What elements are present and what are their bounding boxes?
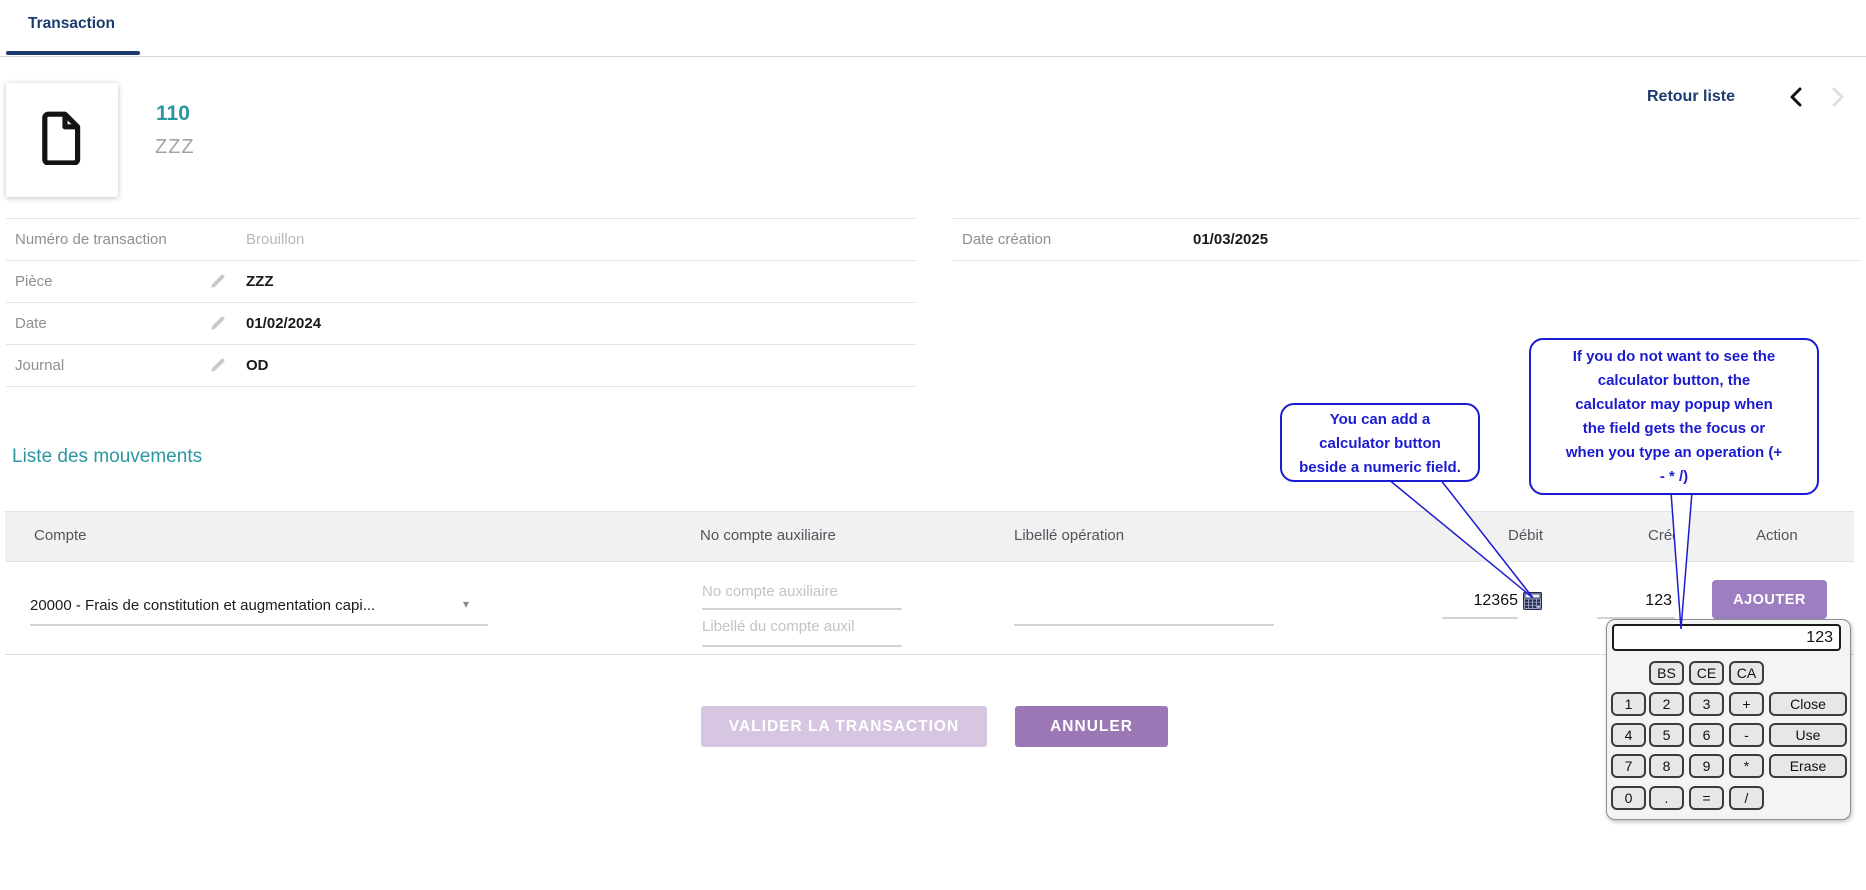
calc-key-equals[interactable]: = <box>1689 786 1724 810</box>
calc-key-divide[interactable]: / <box>1729 786 1764 810</box>
calc-key-erase[interactable]: Erase <box>1769 754 1847 778</box>
column-compte: Compte <box>34 527 87 544</box>
calc-key-plus[interactable]: + <box>1729 692 1764 716</box>
movements-table-header: Compte No compte auxiliaire Libellé opér… <box>5 511 1854 562</box>
field-label: Date création <box>962 231 1051 248</box>
calc-key-minus[interactable]: - <box>1729 723 1764 747</box>
chevron-right-icon[interactable] <box>1832 87 1845 112</box>
field-value: 01/03/2025 <box>1193 231 1268 248</box>
field-label: Journal <box>15 357 64 374</box>
field-label: Date <box>15 315 47 332</box>
callout-calculator-popup: If you do not want to see the calculator… <box>1529 338 1819 495</box>
column-libelle: Libellé opération <box>1014 527 1124 544</box>
field-value[interactable]: 01/02/2024 <box>246 315 321 332</box>
field-date-creation: Date création 01/03/2025 <box>953 218 1861 261</box>
ajouter-button[interactable]: AJOUTER <box>1712 580 1827 619</box>
calc-key-close[interactable]: Close <box>1769 692 1847 716</box>
valider-transaction-button[interactable]: VALIDER LA TRANSACTION <box>701 706 987 747</box>
compte-select[interactable]: 20000 - Frais de constitution et augment… <box>30 597 375 614</box>
edit-pencil-icon[interactable] <box>209 273 226 295</box>
aux-label-underline <box>702 645 902 647</box>
libelle-underline <box>1014 624 1274 626</box>
column-aux: No compte auxiliaire <box>700 527 836 544</box>
field-date: Date 01/02/2024 <box>6 303 916 345</box>
form-left-column: Numéro de transaction Brouillon Pièce ZZ… <box>6 218 916 387</box>
field-label: Numéro de transaction <box>15 231 167 248</box>
calculator-popup: 123 BS CE CA 1 2 3 + Close 4 5 6 - Use 7… <box>1606 619 1851 820</box>
calc-key-4[interactable]: 4 <box>1611 723 1646 747</box>
calc-key-0[interactable]: 0 <box>1611 786 1646 810</box>
calc-key-dot[interactable]: . <box>1649 786 1684 810</box>
section-title-mouvements: Liste des mouvements <box>12 446 202 468</box>
column-debit: Débit <box>1508 527 1543 544</box>
calc-key-multiply[interactable]: * <box>1729 754 1764 778</box>
record-subtitle: ZZZ <box>155 136 195 159</box>
transaction-page: Transaction 110 ZZZ Retour liste Numéro … <box>0 0 1866 890</box>
movement-row: 20000 - Frais de constitution et augment… <box>5 562 1854 655</box>
document-icon <box>40 111 84 170</box>
field-piece: Pièce ZZZ <box>6 261 916 303</box>
field-value: Brouillon <box>246 231 304 248</box>
credit-input[interactable]: 123 <box>1575 592 1672 610</box>
compte-underline <box>30 624 488 626</box>
chevron-left-icon[interactable] <box>1789 87 1802 112</box>
aux-number-underline <box>702 608 902 610</box>
calculator-button-icon[interactable] <box>1523 592 1542 615</box>
aux-label-input[interactable]: Libellé du compte auxil <box>702 618 855 635</box>
calc-key-3[interactable]: 3 <box>1689 692 1724 716</box>
callout-calculator-button: You can add a calculator button beside a… <box>1280 403 1480 482</box>
calc-key-ca[interactable]: CA <box>1729 661 1764 685</box>
record-thumbnail-card <box>6 83 118 197</box>
tab-active-underline <box>6 51 140 55</box>
field-value[interactable]: OD <box>246 357 269 374</box>
calc-key-8[interactable]: 8 <box>1649 754 1684 778</box>
back-to-list-link[interactable]: Retour liste <box>1647 88 1735 106</box>
edit-pencil-icon[interactable] <box>209 315 226 337</box>
calc-key-7[interactable]: 7 <box>1611 754 1646 778</box>
edit-pencil-icon[interactable] <box>209 357 226 379</box>
form-right-column: Date création 01/03/2025 <box>953 218 1861 261</box>
annuler-button[interactable]: ANNULER <box>1015 706 1168 747</box>
calc-key-use[interactable]: Use <box>1769 723 1847 747</box>
tabbar-divider <box>0 56 1866 57</box>
tab-transaction[interactable]: Transaction <box>28 15 115 33</box>
calculator-display[interactable]: 123 <box>1612 624 1841 651</box>
calc-key-2[interactable]: 2 <box>1649 692 1684 716</box>
field-value[interactable]: ZZZ <box>246 273 274 290</box>
calc-key-6[interactable]: 6 <box>1689 723 1724 747</box>
movements-table: Compte No compte auxiliaire Libellé opér… <box>5 511 1854 655</box>
calc-key-bs[interactable]: BS <box>1649 661 1684 685</box>
column-credit: Crédit <box>1648 527 1688 544</box>
debit-underline <box>1442 617 1518 619</box>
column-action: Action <box>1756 527 1798 544</box>
calc-key-ce[interactable]: CE <box>1689 661 1724 685</box>
calc-key-5[interactable]: 5 <box>1649 723 1684 747</box>
debit-input[interactable]: 12365 <box>1385 592 1518 610</box>
record-title: 110 <box>156 102 190 126</box>
calc-key-9[interactable]: 9 <box>1689 754 1724 778</box>
select-dropdown-arrow-icon[interactable]: ▾ <box>463 597 469 611</box>
field-label: Pièce <box>15 273 53 290</box>
field-numero-transaction: Numéro de transaction Brouillon <box>6 218 916 261</box>
calc-key-1[interactable]: 1 <box>1611 692 1646 716</box>
field-journal: Journal OD <box>6 345 916 387</box>
aux-number-input[interactable]: No compte auxiliaire <box>702 583 838 600</box>
